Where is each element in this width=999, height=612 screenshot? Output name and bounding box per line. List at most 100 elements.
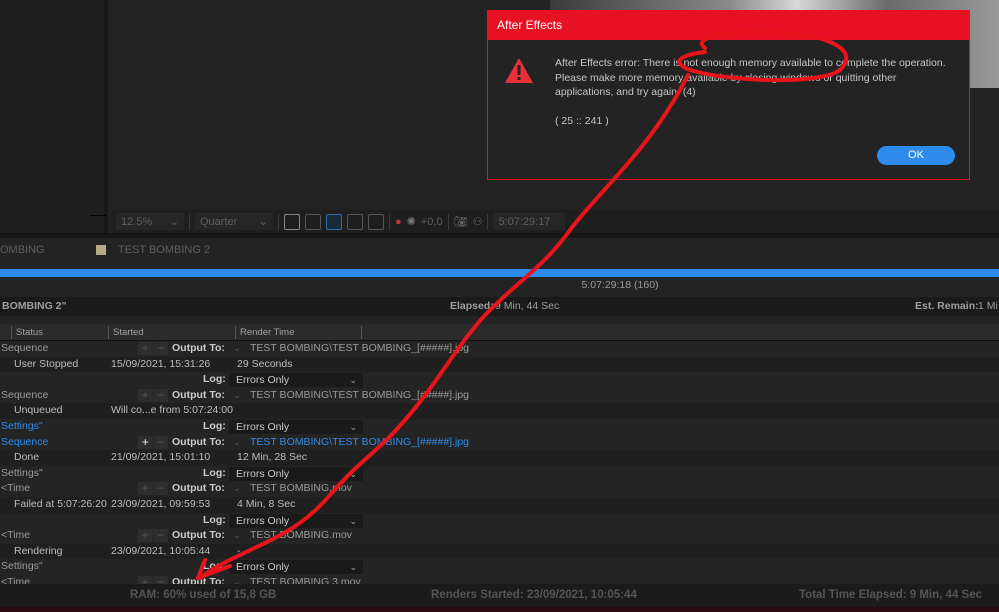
chevron-down-icon: ⌄ [349,375,357,386]
started-text: 21/09/2021, 15:01:10 [111,451,211,464]
row-setting-label[interactable]: Settings" [1,466,43,482]
grid-guides-icon[interactable] [368,213,384,230]
column-divider[interactable] [108,326,109,339]
queue-row-status[interactable]: Unqueued Will co...e from 5:07:24:00 [0,403,999,419]
row-setting-label[interactable]: <Time [1,528,30,544]
log-label: Log: [203,466,226,479]
started-text: 23/09/2021, 10:05:44 [111,544,211,557]
minus-icon[interactable]: − [153,482,168,496]
queue-row-log[interactable]: Settings" Log: Errors Only ⌄ [0,419,999,435]
minus-icon[interactable]: − [153,342,168,355]
chevron-down-icon[interactable]: ⌄ [233,528,241,544]
log-dropdown[interactable]: Errors Only ⌄ [229,560,363,575]
chevron-down-icon[interactable]: ⌄ [233,435,241,451]
started-text: 15/09/2021, 15:31:26 [111,357,211,370]
chevron-down-icon[interactable]: ⌄ [233,481,241,497]
timecode-value: 5:07:29:17 [498,215,551,228]
log-value: Errors Only [236,514,290,527]
comp-tab[interactable]: OMBING [0,244,45,256]
column-started[interactable]: Started [113,327,144,338]
snapshot-camera-icon[interactable]: 📷︎ [454,215,468,228]
render-progress-fill [0,269,999,277]
render-queue-footer: RAM: 60% used of 15,8 GB Renders Started… [0,584,999,607]
chevron-down-icon[interactable]: ⌄ [233,341,241,357]
minus-icon[interactable]: − [153,529,168,543]
viewer-toolbar: 12.5% ⌄ Quarter ⌄ ● ✺ +0,0 📷︎ ⚇ 5:07:29:17 [112,210,999,233]
log-dropdown[interactable]: Errors Only ⌄ [229,420,363,434]
queue-row-log[interactable]: Log: Errors Only ⌄ [0,372,999,388]
minus-icon[interactable]: − [153,388,168,402]
mask-visibility-icon[interactable] [326,213,342,230]
show-snapshot-icon[interactable]: ⚇ [473,215,483,228]
output-module-add-remove: + − [138,482,168,496]
output-file-link[interactable]: TEST BOMBING\TEST BOMBING_[#####].jpg [250,435,469,451]
log-dropdown[interactable]: Errors Only ⌄ [229,373,363,388]
column-render-time[interactable]: Render Time [240,327,294,338]
output-to-label: Output To: [172,342,225,354]
queue-row-status[interactable]: Done 21/09/2021, 15:01:10 12 Min, 28 Sec [0,450,999,466]
started-text: Will co...e from 5:07:24:00 [111,404,233,417]
fast-previews-icon[interactable] [284,213,300,230]
render-time-text: 12 Min, 28 Sec [237,451,308,464]
zoom-dropdown[interactable]: 12.5% ⌄ [116,213,184,230]
plus-icon[interactable]: + [138,482,153,496]
queue-row-log[interactable]: Settings" Log: Errors Only ⌄ [0,559,999,575]
queue-row-output[interactable]: <Time + − Output To: ⌄ TEST BOMBING.mov [0,528,999,544]
queue-row-status[interactable]: User Stopped 15/09/2021, 15:31:26 29 Sec… [0,356,999,373]
chevron-down-icon[interactable]: ⌄ [233,388,241,404]
log-dropdown[interactable]: Errors Only ⌄ [229,466,363,481]
queue-row-status[interactable]: Rendering 23/09/2021, 10:05:44 - [0,543,999,560]
render-current-time: 5:07:29:18 (160) [581,279,659,291]
column-divider[interactable] [11,326,12,339]
error-dialog: After Effects After Effects error: There… [487,10,970,180]
transparency-grid-icon[interactable] [305,213,321,230]
queue-row-output[interactable]: Sequence + − Output To: ⌄ TEST BOMBING\TES… [0,341,999,357]
exposure-reset-icon[interactable]: ✺ [407,215,416,228]
color-channels-icon[interactable]: ● [395,216,402,228]
column-divider[interactable] [235,326,236,339]
output-file-link[interactable]: TEST BOMBING.mov [250,528,352,544]
exposure-value[interactable]: +0,0 [421,216,443,228]
minus-icon[interactable]: − [153,435,168,449]
zoom-value: 12.5% [121,215,153,228]
column-divider[interactable] [361,326,362,339]
warning-icon [505,58,533,83]
output-file-link[interactable]: TEST BOMBING\TEST BOMBING_[#####].jpg [250,341,469,357]
queue-row-status[interactable]: Failed at 5:07:26:20 23/09/2021, 09:59:5… [0,497,999,513]
render-time-text: 29 Seconds [237,357,293,370]
panel-divider [90,215,106,216]
region-of-interest-icon[interactable] [347,213,363,230]
output-file-link[interactable]: TEST BOMBING\TEST BOMBING_[#####].jpg [250,388,469,404]
current-time-display[interactable]: 5:07:29:17 [493,213,566,230]
plus-icon[interactable]: + [138,529,153,543]
project-panel [0,0,108,233]
row-setting-label[interactable]: Settings" [1,559,43,575]
queue-row-output[interactable]: Sequence + − Output To: ⌄ TEST BOMBING\TES… [0,387,999,404]
plus-icon[interactable]: + [138,342,153,355]
log-value: Errors Only [236,467,290,480]
render-time-text: 4 Min, 8 Sec [237,498,296,510]
queue-row-output[interactable]: Sequence + − Output To: ⌄ TEST BOMBING\TES… [0,434,999,451]
queue-row-log[interactable]: Settings" Log: Errors Only ⌄ [0,465,999,482]
row-setting-label[interactable]: Sequence [1,341,48,357]
render-time-text: - [237,544,241,557]
chevron-down-icon: ⌄ [349,468,357,479]
row-setting-label[interactable]: <Time [1,481,30,497]
row-setting-label[interactable]: Sequence [1,388,48,404]
resolution-dropdown[interactable]: Quarter ⌄ [195,213,273,230]
queue-row-log[interactable]: Log: Errors Only ⌄ [0,512,999,529]
ok-button[interactable]: OK [877,146,955,165]
row-setting-label[interactable]: Sequence [1,435,48,451]
output-file-link[interactable]: TEST BOMBING.mov [250,481,352,497]
queue-row-output[interactable]: <Time + − Output To: ⌄ TEST BOMBING.mov [0,481,999,497]
log-dropdown[interactable]: Errors Only ⌄ [229,513,363,528]
output-module-add-remove: + − [138,342,168,355]
error-code: ( 25 :: 241 ) [555,115,609,127]
plus-icon[interactable]: + [138,435,153,449]
comp-tab[interactable]: TEST BOMBING 2 [118,244,210,256]
column-status[interactable]: Status [16,327,43,338]
plus-icon[interactable]: + [138,388,153,402]
ram-usage: RAM: 60% used of 15,8 GB [130,589,277,601]
log-value: Errors Only [236,561,290,574]
row-setting-label[interactable]: Settings" [1,419,43,435]
